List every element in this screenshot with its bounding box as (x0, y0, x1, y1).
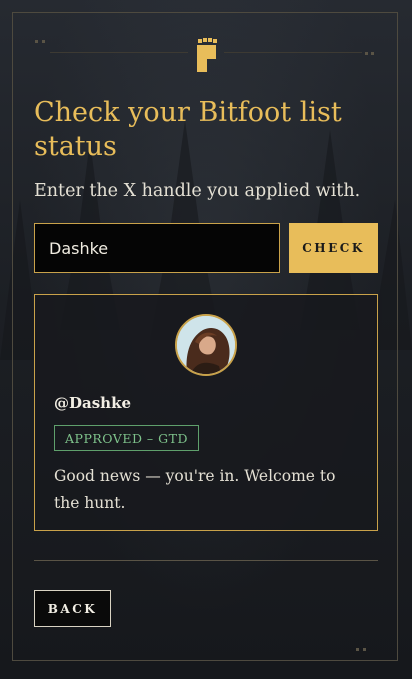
user-avatar (175, 314, 237, 376)
result-message: Good news — you're in. Welcome to the hu… (54, 467, 336, 512)
footer-divider (34, 560, 378, 561)
header-rule-right (224, 52, 362, 53)
back-button[interactable]: BACK (34, 590, 111, 627)
status-badge: APPROVED – GTD (54, 425, 200, 451)
corner-ornament (365, 52, 368, 55)
check-button[interactable]: CHECK (289, 223, 378, 273)
corner-ornament (35, 40, 38, 43)
page-subtitle: Enter the X handle you applied with. (34, 181, 361, 201)
corner-ornament (42, 40, 45, 43)
bitfoot-footprint-icon (197, 38, 217, 72)
result-handle: @Dashke (54, 394, 132, 412)
header-rule-left (50, 52, 188, 53)
page-title: Check your Bitfoot list status (34, 97, 342, 162)
corner-ornament (371, 52, 374, 55)
x-handle-input[interactable] (34, 223, 280, 273)
corner-ornament (356, 648, 359, 651)
avatar-image (177, 316, 235, 374)
corner-ornament (363, 648, 366, 651)
result-card: @Dashke APPROVED – GTD Good news — you'r… (34, 294, 378, 531)
